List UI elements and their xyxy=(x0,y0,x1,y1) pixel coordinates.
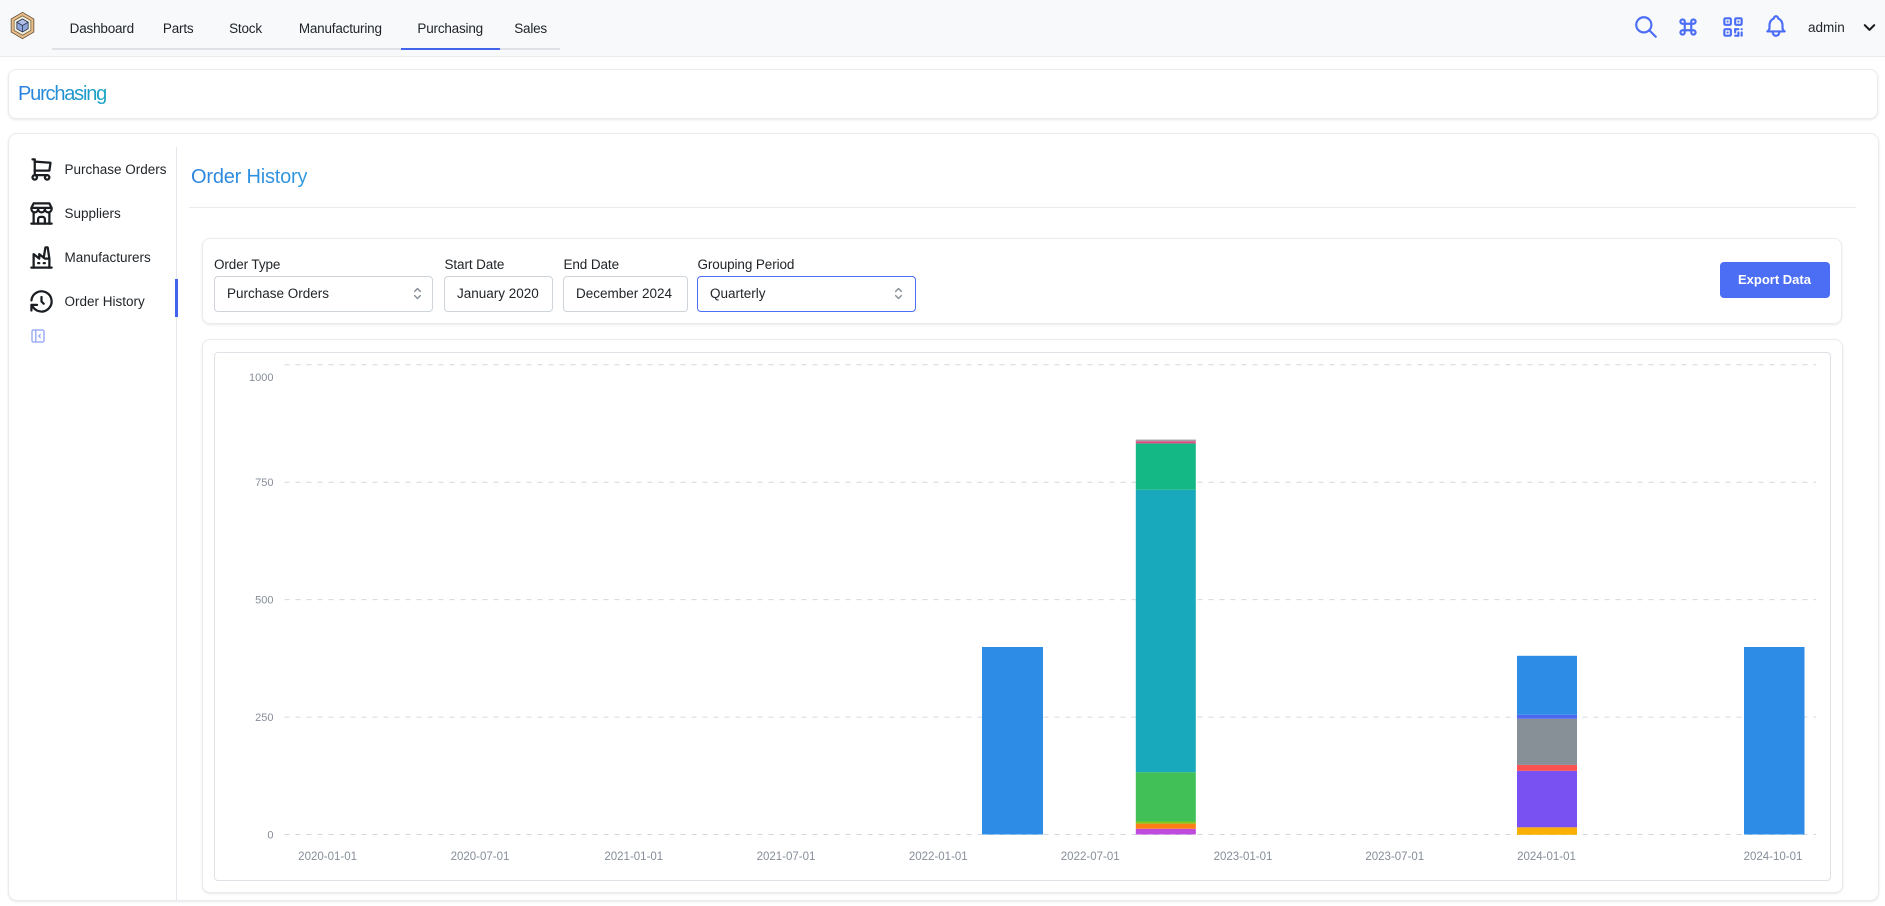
svg-text:2020-01-01: 2020-01-01 xyxy=(298,851,357,863)
svg-text:1000: 1000 xyxy=(249,372,273,384)
svg-text:2020-07-01: 2020-07-01 xyxy=(451,851,510,863)
svg-text:2023-07-01: 2023-07-01 xyxy=(1365,851,1424,863)
svg-text:2021-01-01: 2021-01-01 xyxy=(604,851,663,863)
svg-text:750: 750 xyxy=(255,477,273,489)
svg-text:250: 250 xyxy=(255,712,273,724)
svg-text:2021-07-01: 2021-07-01 xyxy=(757,851,816,863)
svg-text:2024-10-01: 2024-10-01 xyxy=(1744,851,1803,863)
svg-text:500: 500 xyxy=(255,595,273,607)
svg-text:0: 0 xyxy=(267,830,273,842)
svg-text:2023-01-01: 2023-01-01 xyxy=(1214,851,1273,863)
svg-text:2022-01-01: 2022-01-01 xyxy=(909,851,968,863)
svg-text:2022-07-01: 2022-07-01 xyxy=(1061,851,1120,863)
svg-text:2024-01-01: 2024-01-01 xyxy=(1517,851,1576,863)
